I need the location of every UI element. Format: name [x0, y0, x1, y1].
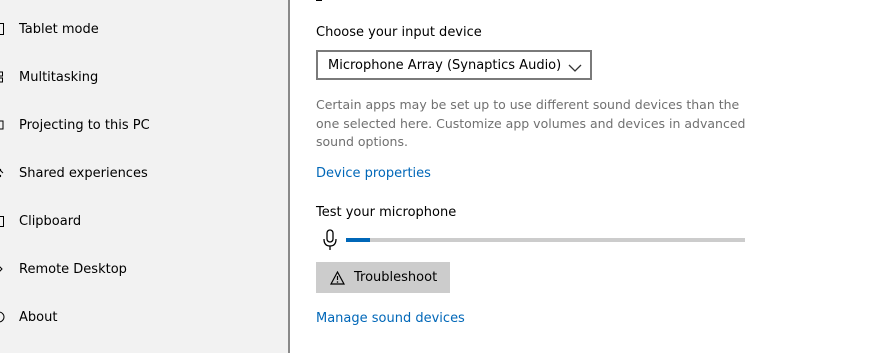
sidebar-item-clipboard[interactable]: Clipboard	[0, 201, 288, 241]
input-device-dropdown[interactable]: Microphone Array (Synaptics Audio)	[316, 50, 592, 80]
sidebar-item-multitasking[interactable]: Multitasking	[0, 57, 288, 97]
input-device-selected: Microphone Array (Synaptics Audio)	[328, 57, 562, 73]
test-microphone-label: Test your microphone	[316, 205, 457, 220]
info-icon	[0, 297, 9, 337]
warning-icon	[330, 270, 345, 285]
sidebar-item-label: Projecting to this PC	[19, 117, 150, 133]
sidebar-item-label: About	[19, 309, 58, 325]
main-content: Choose your input device Microphone Arra…	[290, 0, 874, 353]
sidebar-item-label: Shared experiences	[19, 165, 148, 181]
sidebar-item-label: Clipboard	[19, 213, 82, 229]
microphone-icon	[322, 229, 338, 255]
sidebar-item-projecting[interactable]: Projecting to this PC	[0, 105, 288, 145]
input-help-text: Certain apps may be set up to use differ…	[316, 97, 746, 149]
sidebar-item-label: Tablet mode	[19, 21, 99, 37]
sidebar-item-label: Remote Desktop	[19, 261, 127, 277]
sidebar-item-tablet-mode[interactable]: Tablet mode	[0, 9, 288, 49]
sidebar-item-shared-experiences[interactable]: Shared experiences	[0, 153, 288, 193]
choose-input-device-label: Choose your input device	[316, 25, 482, 40]
sidebar-item-about[interactable]: About	[0, 297, 288, 337]
sidebar: Tablet mode Multitasking Projecting to t…	[0, 0, 290, 353]
cut-off-heading-fragment	[316, 0, 322, 1]
multitasking-icon	[0, 57, 9, 97]
shared-experiences-icon	[0, 153, 9, 193]
clipboard-icon	[0, 201, 9, 241]
microphone-level-fill	[346, 238, 370, 242]
remote-desktop-icon	[0, 249, 9, 289]
sidebar-item-label: Multitasking	[19, 69, 99, 85]
microphone-level-meter	[346, 238, 745, 242]
projecting-icon	[0, 105, 9, 145]
manage-sound-devices-link[interactable]: Manage sound devices	[316, 311, 465, 326]
chevron-down-icon	[568, 59, 582, 78]
troubleshoot-label: Troubleshoot	[354, 270, 438, 285]
sidebar-item-remote-desktop[interactable]: Remote Desktop	[0, 249, 288, 289]
troubleshoot-button[interactable]: Troubleshoot	[316, 262, 450, 293]
device-properties-link[interactable]: Device properties	[316, 166, 431, 181]
tablet-mode-icon	[0, 9, 9, 49]
